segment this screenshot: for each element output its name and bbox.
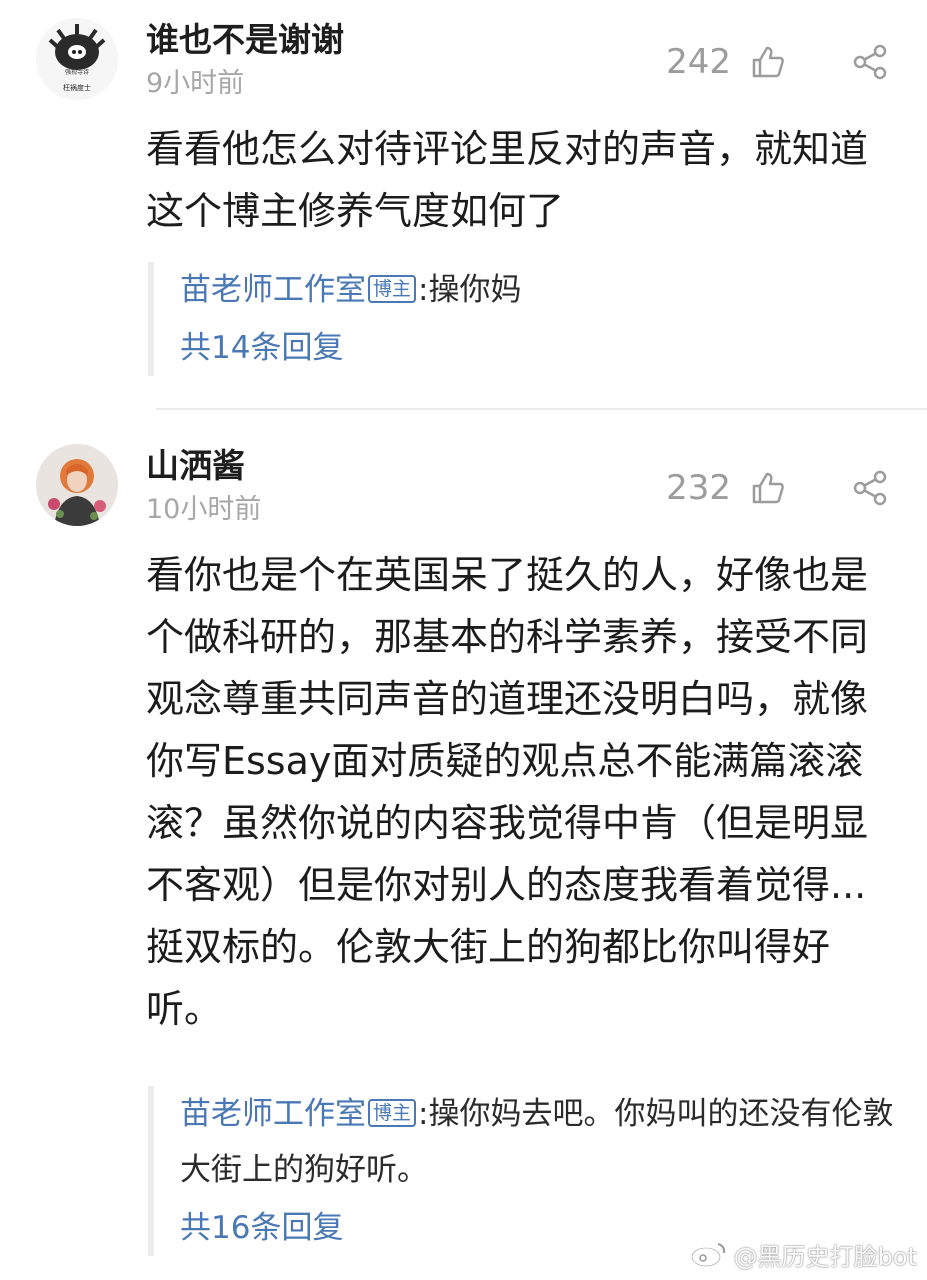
author-badge: 博主 bbox=[368, 1099, 417, 1127]
avatar-caption-top: 强视寺诗 bbox=[65, 68, 89, 76]
comment-list-page: 强视寺诗 枉祸度士 谁也不是谢谢 9小时前 242 看看他怎么对待评论里反对的声… bbox=[0, 0, 927, 1280]
avatar[interactable] bbox=[36, 444, 118, 526]
username[interactable]: 谁也不是谢谢 bbox=[146, 20, 344, 60]
share-icon[interactable] bbox=[852, 44, 888, 80]
reply-content: :操你妈 bbox=[418, 272, 522, 308]
reply-preview[interactable]: 苗老师工作室 博主:操你妈 共14条回复 bbox=[148, 262, 920, 376]
like-count[interactable]: 232 bbox=[666, 468, 731, 508]
reply-author[interactable]: 苗老师工作室 bbox=[180, 272, 366, 308]
comment-text: 看你也是个在英国呆了挺久的人，好像也是个做科研的，那基本的科学素养，接受不同观念… bbox=[146, 553, 869, 1031]
watermark: @黑历史打脸bot bbox=[733, 1243, 917, 1271]
reply-line: 苗老师工作室 博主:操你妈 bbox=[180, 262, 920, 318]
avatar-image: 强视寺诗 枉祸度士 bbox=[36, 18, 118, 100]
reply-line: 苗老师工作室 博主:操你妈去吧。你妈叫的还没有伦敦大街上的狗好听。 bbox=[180, 1086, 920, 1198]
username[interactable]: 山洒酱 bbox=[146, 446, 245, 486]
comment-item: 强视寺诗 枉祸度士 谁也不是谢谢 9小时前 242 看看他怎么对待评论里反对的声… bbox=[0, 0, 927, 410]
weibo-logo-icon bbox=[690, 1243, 726, 1268]
reply-preview[interactable]: 苗老师工作室 博主:操你妈去吧。你妈叫的还没有伦敦大街上的狗好听。 共16条回复 bbox=[148, 1086, 920, 1256]
author-badge: 博主 bbox=[368, 275, 417, 303]
view-replies-link[interactable]: 共14条回复 bbox=[180, 320, 920, 376]
comment-item: 山洒酱 10小时前 232 看你也是个在英国呆了挺久的人，好像也是个做科研的，那… bbox=[0, 430, 927, 1280]
share-icon[interactable] bbox=[852, 470, 888, 506]
avatar[interactable]: 强视寺诗 枉祸度士 bbox=[36, 18, 118, 100]
timestamp: 9小时前 bbox=[146, 68, 245, 99]
avatar-image bbox=[36, 444, 118, 526]
comment-text: 看看他怎么对待评论里反对的声音，就知道这个博主修养气度如何了 bbox=[146, 127, 869, 233]
reply-author[interactable]: 苗老师工作室 bbox=[180, 1096, 366, 1132]
thumbs-up-icon[interactable] bbox=[750, 44, 786, 80]
avatar-caption-bottom: 枉祸度士 bbox=[63, 83, 91, 92]
timestamp: 10小时前 bbox=[146, 494, 262, 525]
thumbs-up-icon[interactable] bbox=[750, 470, 786, 506]
comment-divider bbox=[156, 408, 927, 410]
like-count[interactable]: 242 bbox=[666, 42, 731, 82]
